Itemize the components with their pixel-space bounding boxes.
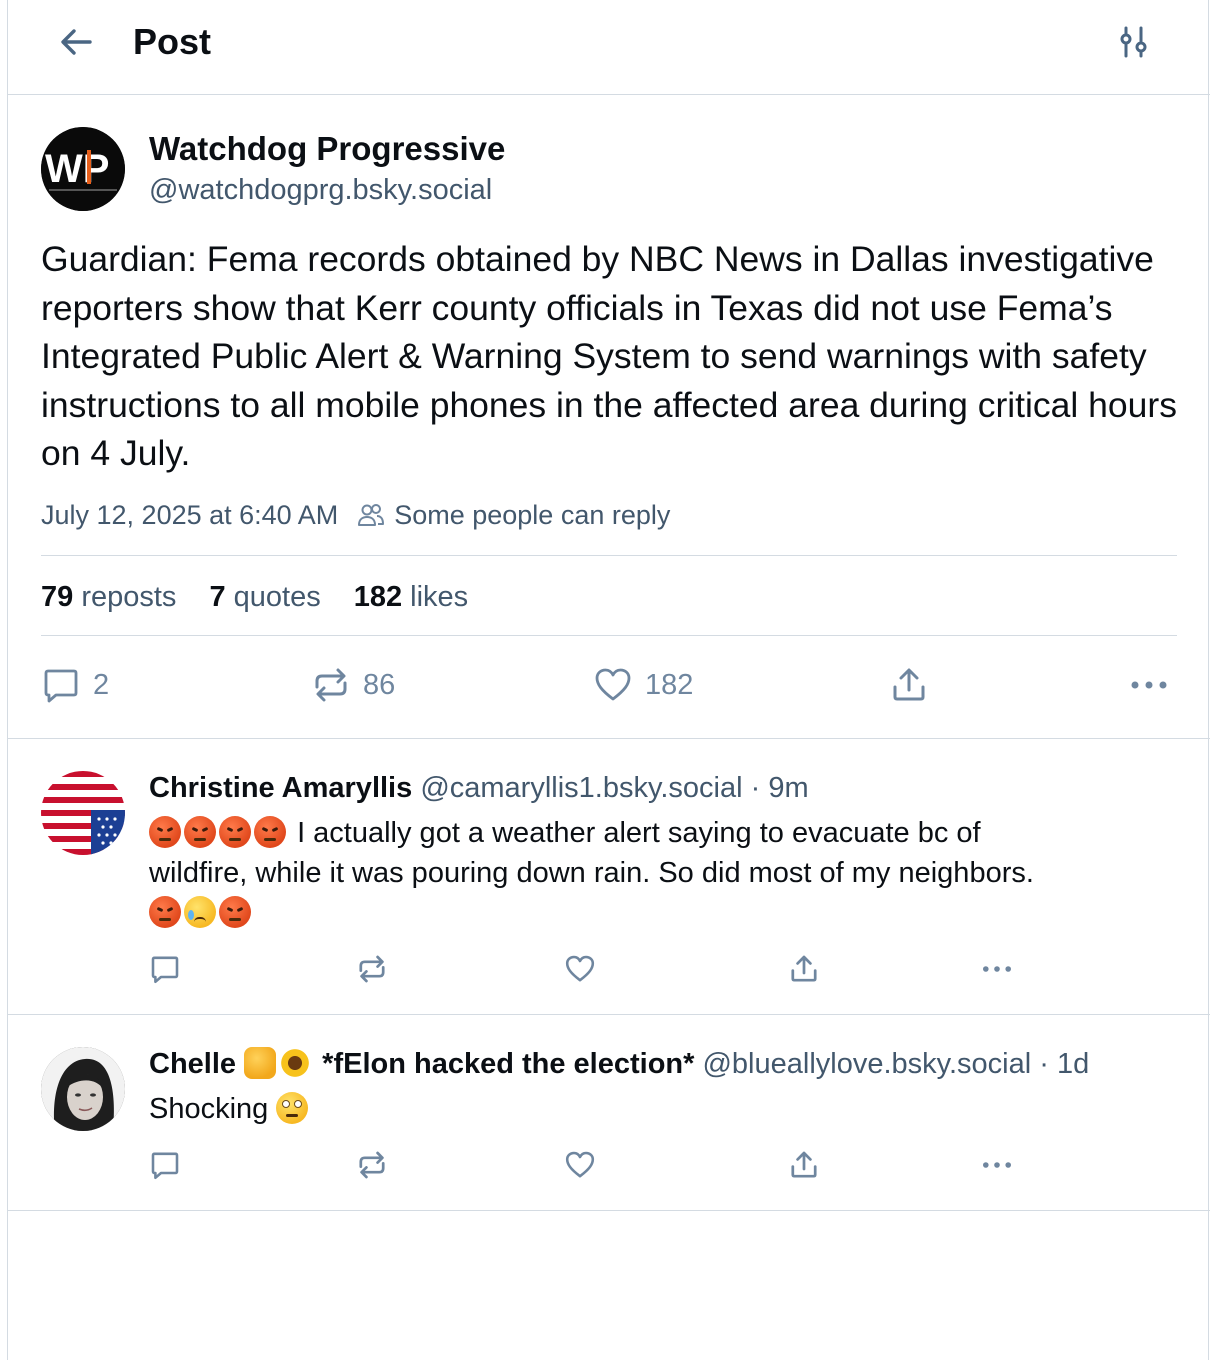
reply-button[interactable]: 2 [41, 663, 109, 707]
likes-stat[interactable]: 182 likes [354, 581, 468, 614]
repost-button[interactable]: 86 [311, 663, 395, 707]
separator: · [1039, 1048, 1049, 1080]
user-photo-avatar [41, 1047, 125, 1131]
more-icon [983, 1162, 1011, 1168]
angry-face-emoji [219, 816, 251, 848]
share-button[interactable] [889, 663, 941, 707]
heart-icon [595, 668, 631, 701]
like-count: 182 [645, 668, 694, 701]
reply-button[interactable] [149, 1145, 181, 1185]
raised-fist-emoji [244, 1047, 277, 1079]
heart-icon [565, 1151, 595, 1178]
reply-icon [151, 956, 179, 984]
watchdog-logo: WP [41, 127, 125, 211]
reply-author-handle[interactable]: @blueallylove.bsky.social [702, 1048, 1031, 1080]
reply-age[interactable]: 1d [1057, 1048, 1089, 1080]
share-button[interactable] [788, 1145, 820, 1185]
quotes-count: 7 [209, 580, 226, 613]
post-actions: 2 86 182 [41, 663, 1181, 707]
post-stats: 79 reposts 7 quotes 182 likes [41, 577, 501, 617]
post-thread-frame: Post WP Watchdog Progressive @watchdogpr… [7, 0, 1210, 1360]
reply-text-line1: I actually got a weather alert saying to… [297, 817, 981, 849]
angry-face-emoji [184, 816, 216, 848]
more-icon [1131, 681, 1167, 689]
avatar[interactable]: WP [41, 127, 125, 211]
reply-author-name[interactable]: Chelle [149, 1048, 236, 1080]
reply-text-content: Shocking [149, 1093, 269, 1125]
like-button[interactable]: 182 [593, 663, 693, 707]
quotes-stat[interactable]: 7 quotes [209, 581, 320, 614]
main-post: WP Watchdog Progressive @watchdogprg.bsk… [8, 95, 1210, 739]
avatar[interactable] [41, 1047, 125, 1131]
reply-actions [149, 1145, 1029, 1185]
reposts-label: reposts [81, 580, 177, 613]
reply-author-name[interactable]: Christine Amaryllis [149, 772, 412, 804]
reply-text-line2: wildfire, while it was pouring down rain… [149, 857, 1034, 889]
repost-button[interactable] [356, 949, 388, 989]
back-button[interactable] [54, 20, 98, 64]
reply-author-name-suffix[interactable]: *fElon hacked the election* [322, 1048, 694, 1080]
reply-text: I actually got a weather alert saying to… [149, 813, 1179, 933]
page-title: Post [133, 21, 212, 62]
author-name[interactable]: Watchdog Progressive [149, 129, 505, 169]
reply-post[interactable]: Christine Amaryllis @camaryllis1.bsky.so… [8, 739, 1210, 1015]
reply-actions [149, 949, 1029, 989]
eye-roll-emoji [276, 1092, 309, 1124]
reply-count: 2 [93, 668, 110, 701]
more-options-button[interactable] [979, 1145, 1015, 1185]
angry-face-emoji [254, 816, 286, 848]
avatar-text: WP [45, 147, 109, 191]
post-text: Guardian: Fema records obtained by NBC N… [41, 239, 1177, 473]
thread-settings-button[interactable] [1114, 22, 1154, 62]
reply-setting[interactable]: Some people can reply [356, 500, 670, 531]
like-button[interactable] [564, 949, 596, 989]
repost-button[interactable] [356, 1145, 388, 1185]
likes-count: 182 [353, 580, 403, 613]
post-meta: July 12, 2025 at 6:40 AM Some people can… [41, 497, 670, 533]
reply-post[interactable]: Chelle *fElon hacked the election* @blue… [8, 1015, 1210, 1211]
author-handle[interactable]: @watchdogprg.bsky.social [149, 172, 492, 208]
heart-icon [565, 955, 595, 982]
reply-setting-label: Some people can reply [394, 499, 671, 530]
divider [41, 555, 1177, 556]
share-icon [791, 1151, 817, 1178]
smiling-tear-emoji [184, 896, 216, 928]
more-options-button[interactable] [979, 949, 1015, 989]
angry-face-emoji [219, 896, 251, 928]
reply-header: Chelle *fElon hacked the election* @blue… [149, 1046, 1089, 1082]
back-arrow-icon [61, 29, 92, 55]
reply-author-handle[interactable]: @camaryllis1.bsky.social [420, 772, 742, 804]
reply-icon [44, 669, 78, 703]
avatar[interactable] [41, 771, 125, 855]
reply-age[interactable]: 9m [768, 772, 808, 804]
likes-label: likes [410, 580, 469, 613]
repost-icon [315, 668, 347, 702]
more-options-button[interactable] [1127, 663, 1183, 707]
angry-face-emoji [149, 816, 181, 848]
quotes-label: quotes [233, 580, 321, 613]
share-button[interactable] [788, 949, 820, 989]
upside-down-flag-avatar [41, 771, 125, 855]
repost-count: 86 [363, 668, 396, 701]
repost-icon [359, 955, 385, 983]
reply-icon [151, 1152, 179, 1180]
reply-button[interactable] [149, 949, 181, 989]
more-icon [983, 966, 1011, 972]
repost-icon [359, 1151, 385, 1179]
post-timestamp[interactable]: July 12, 2025 at 6:40 AM [41, 500, 338, 531]
reply-text: Shocking [149, 1089, 1179, 1129]
angry-face-emoji [149, 896, 181, 928]
like-button[interactable] [564, 1145, 596, 1185]
reposts-stat[interactable]: 79 reposts [41, 581, 176, 614]
divider [41, 635, 1177, 636]
page-header: Post [8, 0, 1210, 95]
reposts-count: 79 [41, 580, 74, 613]
share-icon [791, 955, 817, 982]
people-icon [358, 504, 385, 526]
share-icon [893, 668, 925, 701]
separator: · [750, 772, 761, 804]
reply-header: Christine Amaryllis @camaryllis1.bsky.so… [149, 770, 809, 806]
sunflower-emoji [279, 1047, 312, 1079]
sliders-icon [1120, 26, 1147, 58]
